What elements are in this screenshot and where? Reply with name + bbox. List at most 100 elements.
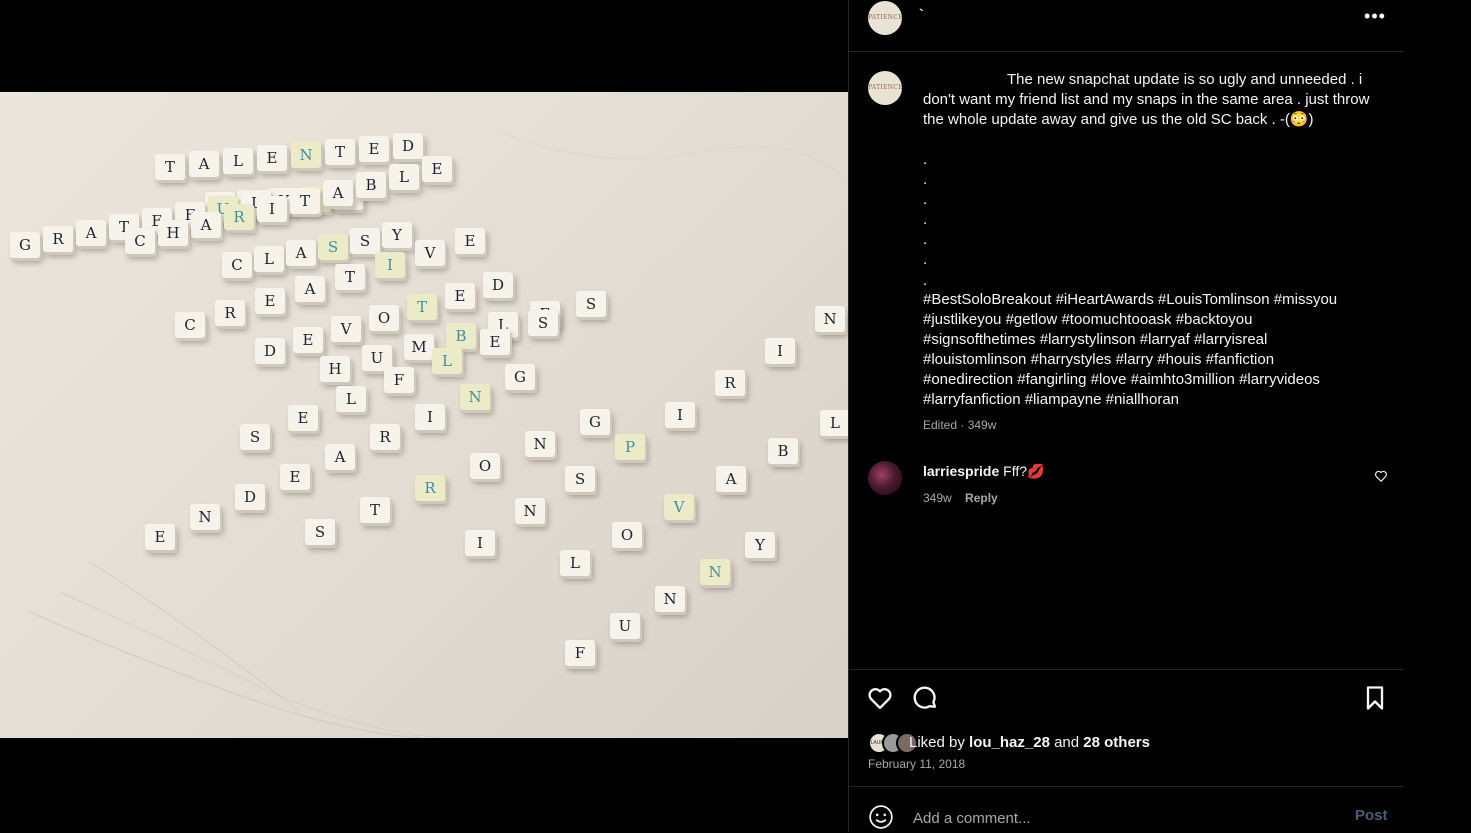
tile-letter: N bbox=[655, 586, 685, 612]
hashtag-link[interactable]: #justlikeyou bbox=[923, 311, 1001, 328]
tile-letter: I bbox=[765, 338, 795, 364]
tile-letter: I bbox=[415, 404, 445, 430]
letter-tile: R bbox=[215, 300, 249, 330]
tile-letter: R bbox=[370, 424, 400, 450]
letter-tile: F bbox=[565, 640, 599, 670]
tile-letter: N bbox=[190, 504, 220, 530]
tile-letter: C bbox=[175, 312, 205, 338]
heart-icon[interactable] bbox=[866, 684, 894, 712]
caption-author-avatar[interactable]: PATIENCE bbox=[868, 71, 903, 105]
post-date[interactable]: February 11, 2018 bbox=[868, 757, 965, 771]
tile-letter: E bbox=[359, 136, 389, 162]
hashtag-link[interactable]: #larrystylinson bbox=[1040, 331, 1136, 348]
letter-tile: S bbox=[318, 234, 352, 264]
tile-letter: R bbox=[224, 204, 254, 230]
letter-tile: C bbox=[175, 312, 209, 342]
post-comment-button[interactable]: Post bbox=[1355, 807, 1388, 824]
hashtag-link[interactable]: #harrystyles bbox=[1031, 351, 1112, 368]
tile-letter: R bbox=[415, 475, 445, 501]
post-detail-panel: PATIENCE ` ••• PATIENCE The new snapchat… bbox=[848, 0, 1404, 832]
letter-tile: I bbox=[257, 196, 291, 226]
tile-letter: L bbox=[254, 246, 284, 272]
comment-username[interactable]: larriespride bbox=[923, 463, 999, 479]
tile-letter: C bbox=[125, 228, 155, 254]
letter-tile: R bbox=[43, 226, 77, 256]
tile-letter: H bbox=[320, 356, 350, 382]
comment-input[interactable] bbox=[911, 804, 1315, 832]
author-avatar[interactable]: PATIENCE bbox=[868, 1, 903, 35]
hashtag-link[interactable]: #larryfanfiction bbox=[923, 391, 1021, 408]
letter-tile: N bbox=[190, 504, 224, 534]
hashtag-link[interactable]: #larryaf bbox=[1140, 331, 1190, 348]
hashtag-link[interactable]: #iHeartAwards bbox=[1056, 291, 1154, 308]
bookmark-icon[interactable] bbox=[1361, 684, 1389, 712]
hashtag-link[interactable]: #BestSoloBreakout bbox=[923, 291, 1051, 308]
tile-letter: B bbox=[446, 323, 476, 349]
letter-tile: A bbox=[295, 276, 329, 306]
hashtag-link[interactable]: #fanfiction bbox=[1206, 351, 1274, 368]
letter-tile: I bbox=[415, 404, 449, 434]
tile-letter: A bbox=[189, 151, 219, 177]
hashtag-link[interactable]: #houis bbox=[1157, 351, 1201, 368]
hashtag-link[interactable]: #backtoyou bbox=[1176, 311, 1253, 328]
hashtag-link[interactable]: #fangirling bbox=[1017, 371, 1086, 388]
letter-tile: B bbox=[768, 438, 802, 468]
tile-letter: E bbox=[288, 405, 318, 431]
letter-tile: I bbox=[375, 252, 409, 282]
tile-letter: N bbox=[460, 384, 490, 410]
post-photo[interactable]: TALENTEDLOYALGRATEFULCHARITABLECLASSYCRE… bbox=[0, 92, 848, 738]
emoji-icon[interactable] bbox=[868, 804, 894, 830]
hashtag-link[interactable]: #getlow bbox=[1006, 311, 1058, 328]
letter-tile: E bbox=[255, 288, 289, 318]
letter-tile: U bbox=[610, 613, 644, 643]
author-name[interactable]: ` bbox=[919, 6, 924, 22]
tile-letter: Y bbox=[382, 222, 412, 248]
letter-tile: R bbox=[224, 204, 258, 234]
likes-others[interactable]: 28 others bbox=[1083, 734, 1150, 751]
letter-tile: L bbox=[223, 148, 257, 178]
letter-tile: H bbox=[158, 220, 192, 250]
more-options-icon[interactable]: ••• bbox=[1363, 6, 1387, 30]
hashtag-link[interactable]: #missyou bbox=[1274, 291, 1337, 308]
caption-username-redacted[interactable] bbox=[923, 83, 1007, 84]
hashtag-link[interactable]: #LouisTomlinson bbox=[1158, 291, 1270, 308]
tile-letter: N bbox=[291, 142, 321, 168]
comment-icon[interactable] bbox=[911, 684, 939, 712]
tile-letter: A bbox=[295, 276, 325, 302]
letter-tile: S bbox=[528, 310, 562, 340]
hashtag-link[interactable]: #toomuchtooask bbox=[1061, 311, 1171, 328]
hashtag-link[interactable]: #love bbox=[1091, 371, 1127, 388]
reply-button[interactable]: Reply bbox=[965, 491, 998, 505]
hashtag-link[interactable]: #louistomlinson bbox=[923, 351, 1026, 368]
tile-letter: I bbox=[665, 402, 695, 428]
letter-tile: G bbox=[10, 232, 44, 262]
tile-letter: N bbox=[815, 306, 845, 332]
tile-letter: A bbox=[716, 466, 746, 492]
hashtag-link[interactable]: #larryisreal bbox=[1194, 331, 1267, 348]
tile-letter: S bbox=[350, 228, 380, 254]
letter-tile: A bbox=[286, 240, 320, 270]
tile-letter: S bbox=[318, 234, 348, 260]
caption-dots: . . . . . . . bbox=[923, 151, 928, 289]
tile-letter: E bbox=[145, 524, 175, 550]
tile-letter: S bbox=[240, 424, 270, 450]
liker-username[interactable]: lou_haz_28 bbox=[969, 734, 1050, 751]
letter-tile: A bbox=[189, 151, 223, 181]
tile-letter: V bbox=[415, 240, 445, 266]
hashtag-link[interactable]: #niallhoran bbox=[1106, 391, 1179, 408]
comment-heart-icon[interactable] bbox=[1374, 469, 1388, 483]
tile-letter: C bbox=[222, 252, 252, 278]
letter-tile: A bbox=[325, 444, 359, 474]
hashtag-link[interactable]: #liampayne bbox=[1025, 391, 1102, 408]
tile-letter: B bbox=[356, 172, 386, 198]
tile-letter: I bbox=[257, 196, 287, 222]
commenter-avatar[interactable] bbox=[868, 461, 902, 495]
hashtag-link[interactable]: #signsofthetimes bbox=[923, 331, 1036, 348]
hashtag-link[interactable]: #larry bbox=[1116, 351, 1154, 368]
hashtag-link[interactable]: #larryvideos bbox=[1239, 371, 1320, 388]
tile-letter: L bbox=[560, 550, 590, 576]
post-media-area: TALENTEDLOYALGRATEFULCHARITABLECLASSYCRE… bbox=[0, 0, 848, 832]
letter-tile: H bbox=[320, 356, 354, 386]
hashtag-link[interactable]: #onedirection bbox=[923, 371, 1013, 388]
hashtag-link[interactable]: #aimhto3million bbox=[1131, 371, 1235, 388]
